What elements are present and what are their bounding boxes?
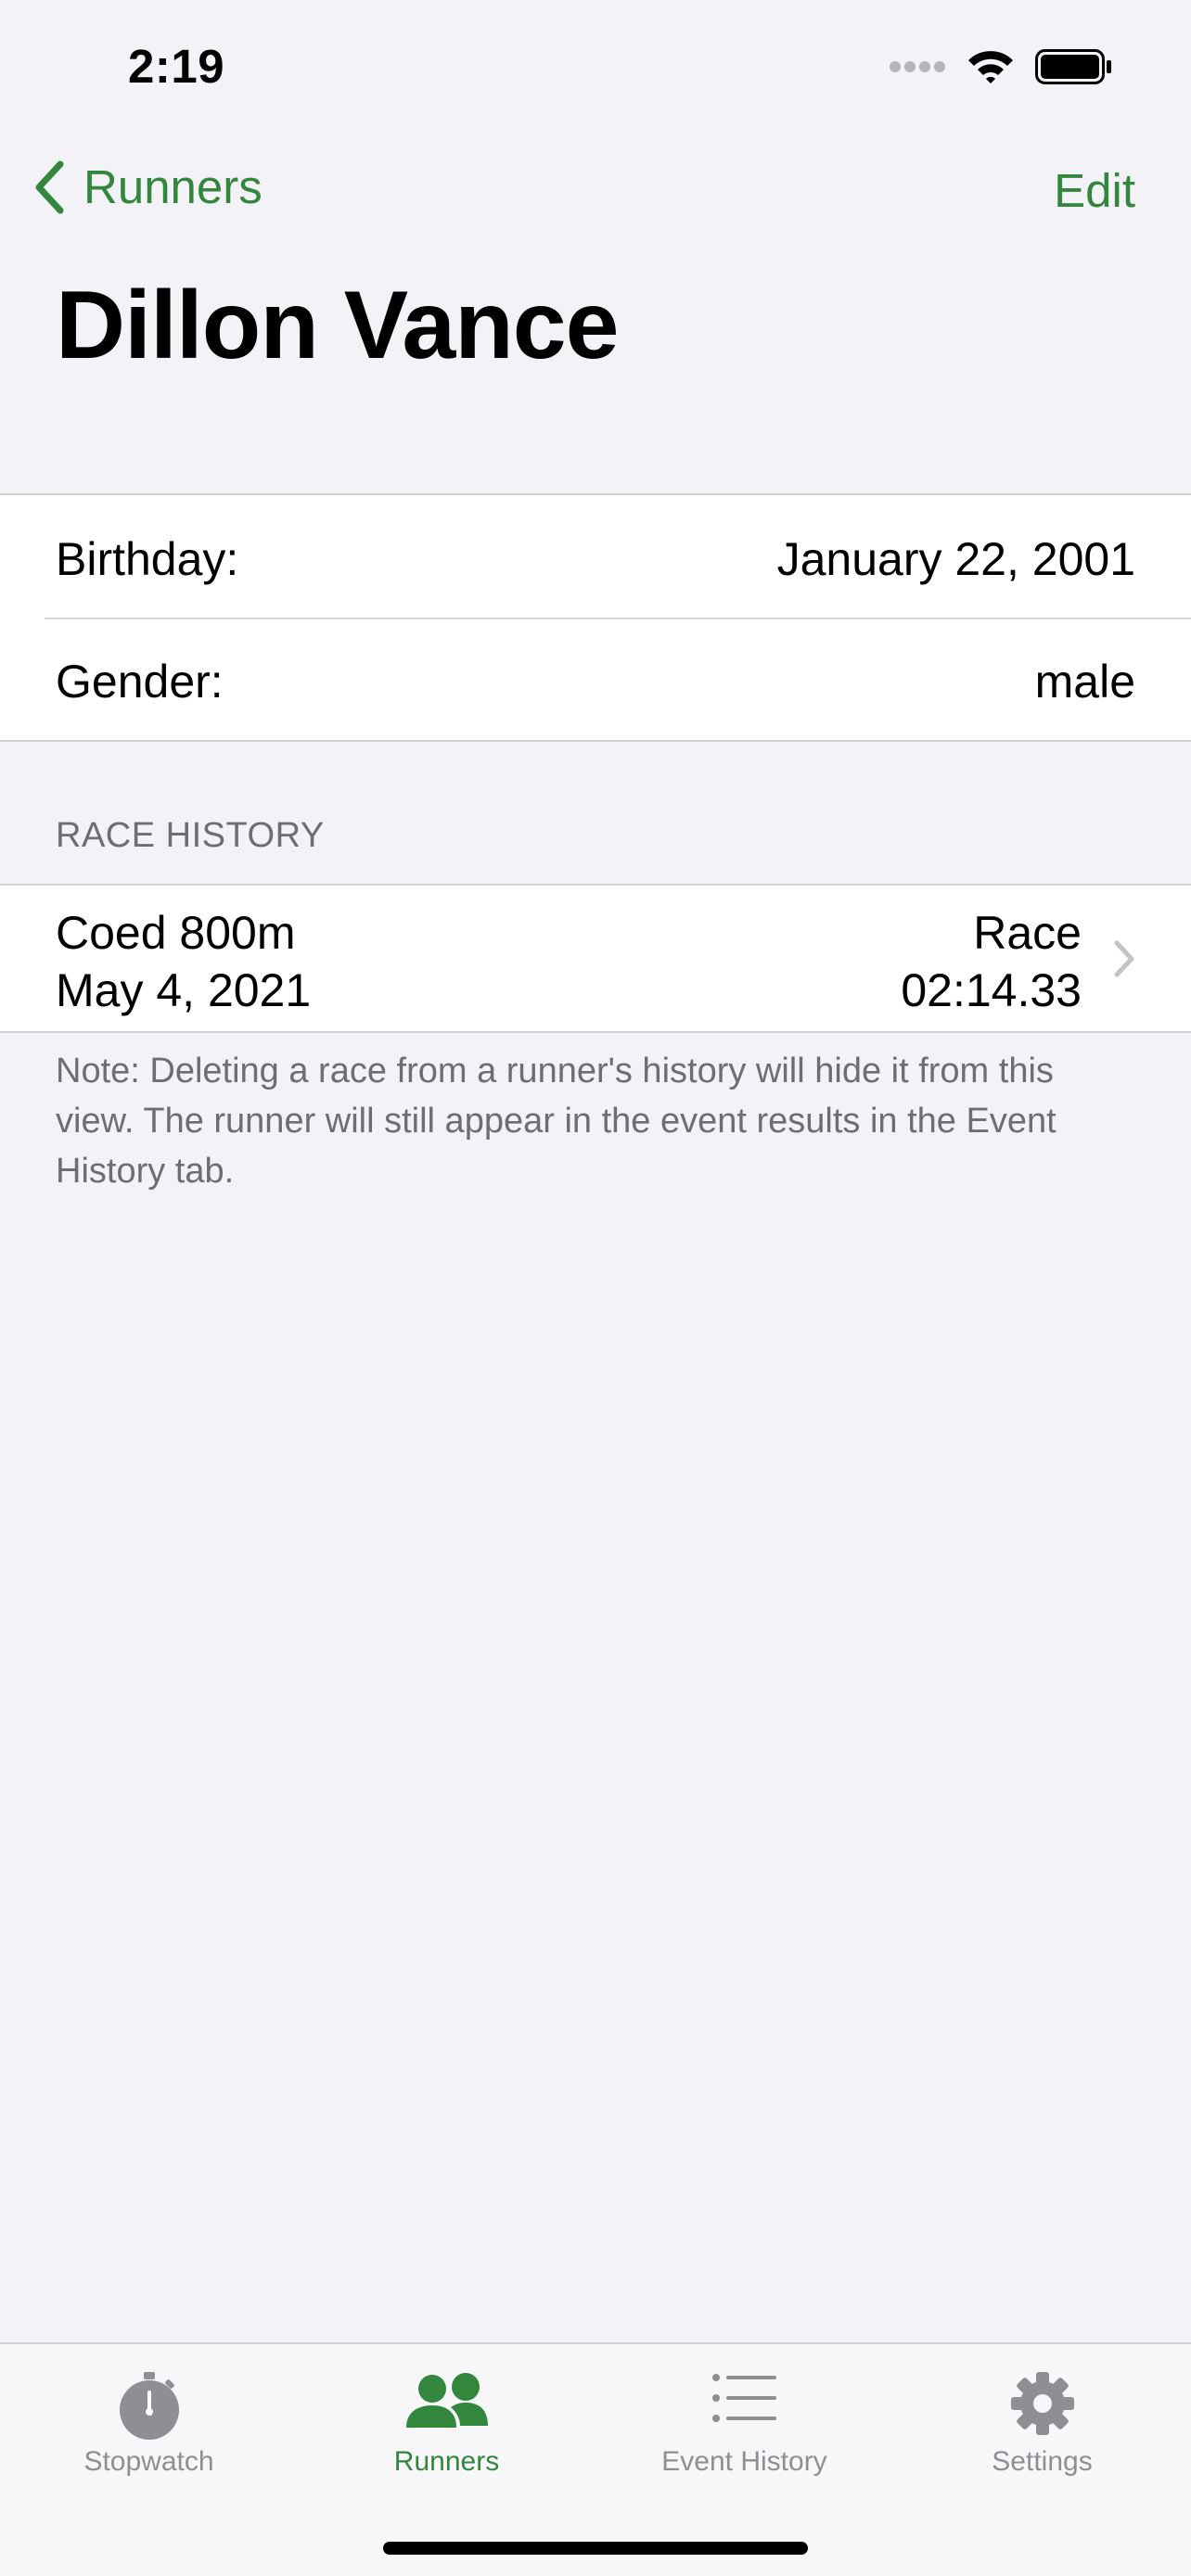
page-title: Dillon Vance	[56, 272, 619, 379]
gender-row: Gender: male	[56, 655, 1135, 708]
birthday-value: January 22, 2001	[776, 533, 1135, 585]
battery-icon	[1035, 49, 1111, 84]
status-time: 2:19	[128, 40, 225, 93]
birthday-label: Birthday:	[56, 533, 239, 585]
race-info: Coed 800m May 4, 2021	[56, 904, 311, 1019]
chevron-left-icon	[35, 160, 64, 213]
list-icon	[711, 2374, 776, 2422]
chevron-right-icon	[1114, 940, 1134, 977]
gear-icon	[1010, 2372, 1074, 2435]
birthday-row: Birthday: January 22, 2001	[56, 532, 1135, 586]
tab-stopwatch[interactable]: Stopwatch	[0, 2344, 298, 2493]
back-button-label: Runners	[83, 160, 263, 213]
race-history-header: RACE HISTORY	[56, 816, 325, 855]
race-type: Race	[973, 907, 1082, 959]
home-indicator	[383, 2542, 808, 2555]
race-result: Race 02:14.33	[901, 904, 1082, 1019]
signal-icon	[890, 61, 945, 72]
wifi-icon	[968, 51, 1013, 83]
runner-info-group: Birthday: January 22, 2001 Gender: male	[0, 493, 1191, 742]
back-button[interactable]: Runners	[33, 159, 263, 214]
race-history-note: Note: Deleting a race from a runner's hi…	[56, 1052, 1057, 1191]
runner-detail-screen: 2:19 Runners Edit Dillon Vance Birthday:…	[0, 0, 1191, 2576]
tab-runners-label: Runners	[393, 2446, 500, 2477]
status-icons	[889, 48, 1113, 85]
race-history-group: Coed 800m May 4, 2021 Race 02:14.33	[0, 884, 1191, 1033]
gender-value: male	[1034, 656, 1135, 708]
race-date: May 4, 2021	[56, 964, 312, 1016]
tab-event-history-label: Event History	[661, 2446, 827, 2477]
tab-settings[interactable]: Settings	[893, 2344, 1191, 2493]
stopwatch-icon	[119, 2372, 179, 2440]
tab-runners[interactable]: Runners	[298, 2344, 596, 2493]
race-time: 02:14.33	[901, 964, 1082, 1016]
runners-icon	[405, 2373, 488, 2428]
gender-label: Gender:	[56, 656, 224, 708]
race-event-name: Coed 800m	[56, 907, 296, 959]
row-divider	[45, 618, 1191, 619]
edit-button[interactable]: Edit	[1054, 163, 1135, 218]
race-history-row[interactable]: Coed 800m May 4, 2021 Race 02:14.33	[0, 886, 1191, 1031]
tab-stopwatch-label: Stopwatch	[83, 2446, 214, 2477]
tab-settings-label: Settings	[992, 2446, 1093, 2477]
tab-event-history[interactable]: Event History	[596, 2344, 893, 2493]
